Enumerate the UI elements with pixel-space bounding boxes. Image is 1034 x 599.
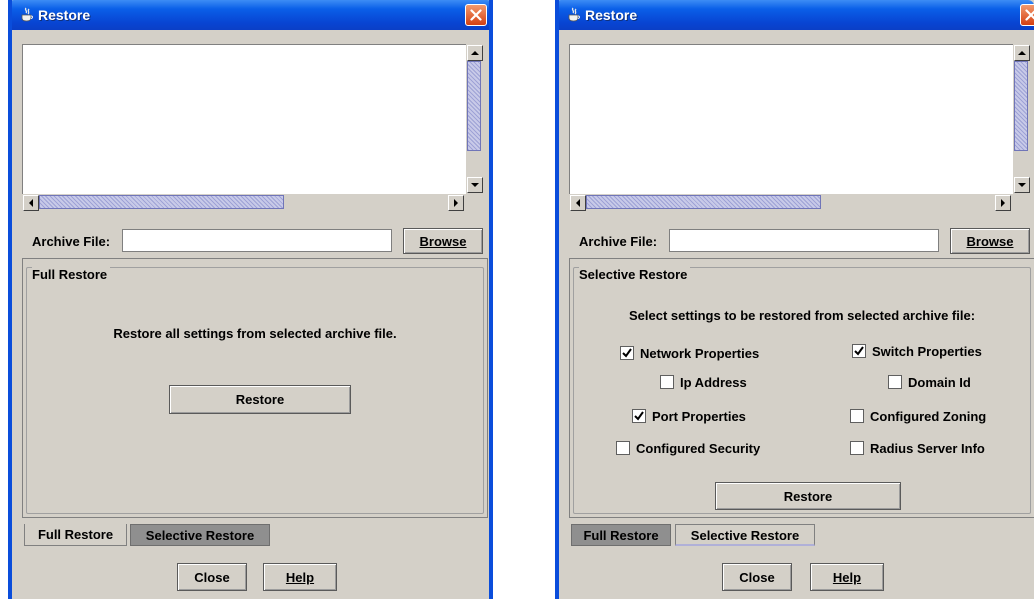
archive-file-input[interactable]	[122, 229, 392, 252]
checkbox-label: Port Properties	[652, 409, 746, 424]
port-properties-checkbox[interactable]: Port Properties	[632, 409, 746, 425]
checkmark-icon	[634, 411, 644, 421]
checkbox-label: Switch Properties	[872, 344, 982, 359]
log-scroll-pane	[569, 44, 1033, 214]
checkbox-label: Configured Zoning	[870, 409, 987, 424]
checkbox-label: Radius Server Info	[870, 441, 985, 456]
checkbox-box[interactable]	[850, 409, 864, 423]
checkbox-label: Configured Security	[636, 441, 761, 456]
java-cup-icon	[568, 7, 580, 22]
window-close-button[interactable]	[1020, 4, 1034, 26]
scroll-up-button[interactable]	[467, 45, 483, 61]
restore-tabs: Full Restore Selective Restore	[571, 524, 1034, 546]
selective-restore-message: Select settings to be restored from sele…	[628, 308, 976, 323]
arrow-left-icon	[29, 199, 33, 207]
configured-security-checkbox[interactable]: Configured Security	[616, 441, 760, 457]
selective-restore-panel: Selective Restore Select settings to be …	[569, 258, 1034, 518]
vertical-scrollbar[interactable]	[1013, 44, 1031, 194]
configured-zoning-checkbox[interactable]: Configured Zoning	[850, 409, 986, 425]
close-button[interactable]: Close	[177, 563, 247, 591]
full-restore-group: Full Restore Restore all settings from s…	[26, 267, 484, 514]
help-label: Help	[285, 569, 315, 585]
arrow-up-icon	[1018, 51, 1026, 55]
scroll-down-button[interactable]	[467, 177, 483, 193]
scroll-left-button[interactable]	[23, 195, 39, 211]
selective-restore-group: Selective Restore Select settings to be …	[573, 267, 1031, 514]
browse-label: Browse	[419, 233, 467, 249]
horizontal-scrollbar[interactable]	[22, 194, 466, 212]
scroll-left-button[interactable]	[570, 195, 586, 211]
tab-selective-restore[interactable]: Selective Restore	[130, 524, 270, 546]
arrow-left-icon	[576, 199, 580, 207]
horizontal-scrollbar[interactable]	[569, 194, 1013, 212]
browse-label: Browse	[966, 233, 1014, 249]
radius-server-info-checkbox[interactable]: Radius Server Info	[850, 441, 985, 457]
title-bar[interactable]: Restore	[12, 0, 489, 30]
help-button[interactable]: Help	[810, 563, 884, 591]
horizontal-scroll-thumb[interactable]	[39, 195, 284, 209]
java-cup-icon	[21, 7, 33, 22]
arrow-right-icon	[1001, 199, 1005, 207]
window-close-button[interactable]	[465, 4, 487, 26]
window-title: Restore	[38, 7, 91, 23]
vertical-scroll-thumb[interactable]	[467, 61, 481, 151]
checkmark-icon	[854, 346, 864, 356]
group-title: Full Restore	[32, 267, 111, 282]
ip-address-checkbox[interactable]: Ip Address	[660, 375, 747, 391]
close-x-icon	[470, 9, 482, 21]
scroll-right-button[interactable]	[995, 195, 1011, 211]
vertical-scrollbar[interactable]	[466, 44, 484, 194]
close-x-icon	[1025, 9, 1034, 21]
full-restore-message: Restore all settings from selected archi…	[113, 326, 397, 341]
network-properties-checkbox[interactable]: Network Properties	[620, 346, 759, 362]
scroll-up-button[interactable]	[1014, 45, 1030, 61]
archive-file-label: Archive File:	[32, 234, 111, 249]
restore-tabs: Full Restore Selective Restore	[24, 524, 488, 546]
checkmark-icon	[622, 348, 632, 358]
title-bar[interactable]: Restore	[559, 0, 1034, 30]
group-title: Selective Restore	[579, 267, 691, 282]
checkbox-box[interactable]	[850, 441, 864, 455]
archive-file-input[interactable]	[669, 229, 939, 252]
checkbox-label: Network Properties	[640, 346, 760, 361]
tab-selective-restore[interactable]: Selective Restore	[675, 524, 815, 546]
arrow-up-icon	[471, 51, 479, 55]
checkbox-box[interactable]	[616, 441, 630, 455]
restore-button[interactable]: Restore	[169, 385, 351, 414]
scroll-down-button[interactable]	[1014, 177, 1030, 193]
scroll-right-button[interactable]	[448, 195, 464, 211]
help-button[interactable]: Help	[263, 563, 337, 591]
window-title: Restore	[585, 7, 638, 23]
tab-full-restore[interactable]: Full Restore	[24, 524, 127, 546]
archive-file-label: Archive File:	[579, 234, 658, 249]
checkbox-box[interactable]	[888, 375, 902, 389]
checkbox-box[interactable]	[852, 344, 866, 358]
log-text-area[interactable]	[22, 44, 466, 194]
checkbox-box[interactable]	[620, 346, 634, 360]
restore-dialog-selective: Restore Archive File: Browse Selective R…	[555, 0, 1034, 599]
restore-dialog-full: Restore Archive File: Browse Full Restor…	[8, 0, 493, 599]
browse-button[interactable]: Browse	[403, 228, 483, 254]
arrow-down-icon	[471, 183, 479, 187]
browse-button[interactable]: Browse	[950, 228, 1030, 254]
tab-full-restore[interactable]: Full Restore	[571, 524, 671, 546]
arrow-down-icon	[1018, 183, 1026, 187]
help-label: Help	[832, 569, 862, 585]
horizontal-scroll-thumb[interactable]	[586, 195, 821, 209]
switch-properties-checkbox[interactable]: Switch Properties	[852, 344, 982, 360]
vertical-scroll-thumb[interactable]	[1014, 61, 1028, 151]
checkbox-label: Domain Id	[908, 375, 971, 390]
checkbox-box[interactable]	[660, 375, 674, 389]
domain-id-checkbox[interactable]: Domain Id	[888, 375, 971, 391]
log-scroll-pane	[22, 44, 486, 214]
restore-button[interactable]: Restore	[715, 482, 901, 510]
arrow-right-icon	[454, 199, 458, 207]
log-text-area[interactable]	[569, 44, 1013, 194]
full-restore-panel: Full Restore Restore all settings from s…	[22, 258, 488, 518]
close-button[interactable]: Close	[722, 563, 792, 591]
checkbox-label: Ip Address	[680, 375, 747, 390]
checkbox-box[interactable]	[632, 409, 646, 423]
